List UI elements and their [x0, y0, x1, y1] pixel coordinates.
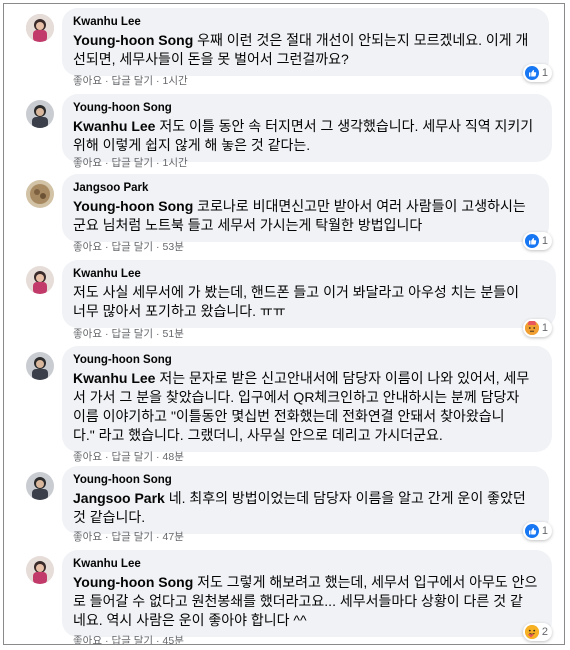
- mention-link[interactable]: Kwanhu Lee: [73, 370, 155, 386]
- reaction-count[interactable]: 1: [522, 64, 552, 82]
- comment-bubble: Kwanhu Lee Young-hoon Song 우째 이런 것은 절대 개…: [62, 8, 549, 76]
- comment-time[interactable]: 1시간: [163, 157, 188, 169]
- angry-reaction-icon: [524, 320, 539, 335]
- care-reaction-icon: [524, 625, 539, 639]
- mention-link[interactable]: Young-hoon Song: [73, 32, 193, 48]
- comment-time[interactable]: 47분: [163, 531, 184, 543]
- avatar[interactable]: [26, 14, 54, 42]
- comment-actions: 좋아요 · 답글 달기 · 47분: [73, 531, 184, 543]
- avatar[interactable]: [26, 100, 54, 128]
- comment-actions: 좋아요 · 답글 달기 · 1시간: [73, 75, 188, 87]
- reply-button[interactable]: 답글 달기: [111, 157, 153, 169]
- comment-author[interactable]: Young-hoon Song: [73, 353, 540, 367]
- mention-link[interactable]: Young-hoon Song: [73, 198, 193, 214]
- comment-time[interactable]: 51분: [163, 328, 184, 340]
- comment-time[interactable]: 1시간: [163, 75, 188, 87]
- like-button[interactable]: 좋아요: [73, 328, 102, 340]
- like-button[interactable]: 좋아요: [73, 635, 102, 644]
- reply-button[interactable]: 답글 달기: [111, 241, 153, 253]
- comment-author[interactable]: Jangsoo Park: [73, 181, 537, 195]
- comment-author[interactable]: Young-hoon Song: [73, 101, 540, 115]
- reply-button[interactable]: 답글 달기: [111, 531, 153, 543]
- comment-author[interactable]: Kwanhu Lee: [73, 557, 540, 571]
- like-reaction-icon: [524, 524, 539, 538]
- reaction-count[interactable]: 2: [522, 623, 552, 641]
- reaction-count[interactable]: 1: [522, 232, 552, 250]
- comment-bubble: Kwanhu Lee 저도 사실 세무서에 가 봤는데, 핸드폰 들고 이거 봐…: [62, 260, 556, 328]
- comment-actions: 좋아요 · 답글 달기 · 45분: [73, 635, 184, 645]
- reaction-count[interactable]: 1: [522, 522, 552, 540]
- reaction-number: 1: [541, 322, 548, 334]
- comment-text: Young-hoon Song 저도 그렇게 해보려고 했는데, 세무서 입구에…: [73, 574, 538, 628]
- comment-author[interactable]: Young-hoon Song: [73, 473, 537, 487]
- avatar[interactable]: [26, 180, 54, 208]
- reply-button[interactable]: 답글 달기: [111, 635, 153, 644]
- reply-button[interactable]: 답글 달기: [111, 328, 153, 340]
- comment-text: Kwanhu Lee 저는 문자로 받은 신고안내서에 담당자 이름이 나와 있…: [73, 370, 530, 443]
- like-reaction-icon: [524, 66, 539, 80]
- comment-text: Young-hoon Song 우째 이런 것은 절대 개선이 안되는지 모르겠…: [73, 32, 529, 67]
- comment-actions: 좋아요 · 답글 달기 · 48분: [73, 451, 184, 463]
- mention-link[interactable]: Kwanhu Lee: [73, 118, 155, 134]
- comment-text: Young-hoon Song 코로나로 비대면신고만 받아서 여러 사람들이 …: [73, 198, 526, 233]
- avatar[interactable]: [26, 266, 54, 294]
- comment-bubble: Kwanhu Lee Young-hoon Song 저도 그렇게 해보려고 했…: [62, 550, 552, 637]
- like-button[interactable]: 좋아요: [73, 451, 102, 463]
- reaction-number: 1: [541, 235, 548, 247]
- avatar[interactable]: [26, 472, 54, 500]
- comment-bubble: Young-hoon Song Jangsoo Park 네. 최후의 방법이었…: [62, 466, 549, 534]
- like-button[interactable]: 좋아요: [73, 531, 102, 543]
- comment-time[interactable]: 48분: [163, 451, 184, 463]
- like-button[interactable]: 좋아요: [73, 241, 102, 253]
- comment-thread: Kwanhu Lee Young-hoon Song 우째 이런 것은 절대 개…: [3, 3, 565, 645]
- reply-button[interactable]: 답글 달기: [111, 75, 153, 87]
- comment-actions: 좋아요 · 답글 달기 · 53분: [73, 241, 184, 253]
- comment-actions: 좋아요 · 답글 달기 · 51분: [73, 328, 184, 340]
- comment-actions: 좋아요 · 답글 달기 · 1시간: [73, 157, 188, 169]
- comment-time[interactable]: 45분: [163, 635, 184, 644]
- like-button[interactable]: 좋아요: [73, 157, 102, 169]
- comment-bubble: Jangsoo Park Young-hoon Song 코로나로 비대면신고만…: [62, 174, 549, 242]
- avatar[interactable]: [26, 352, 54, 380]
- like-button[interactable]: 좋아요: [73, 75, 102, 87]
- reaction-count[interactable]: 1: [522, 319, 552, 337]
- comment-bubble: Young-hoon Song Kwanhu Lee 저는 문자로 받은 신고안…: [62, 346, 552, 452]
- comment-author[interactable]: Kwanhu Lee: [73, 15, 537, 29]
- reaction-number: 1: [541, 525, 548, 537]
- like-reaction-icon: [524, 234, 539, 248]
- comment-bubble: Young-hoon Song Kwanhu Lee 저도 이틀 동안 속 터지…: [62, 94, 552, 162]
- reply-button[interactable]: 답글 달기: [111, 451, 153, 463]
- comment-author[interactable]: Kwanhu Lee: [73, 267, 544, 281]
- reaction-number: 1: [541, 67, 548, 79]
- mention-link[interactable]: Young-hoon Song: [73, 574, 193, 590]
- reaction-number: 2: [541, 626, 548, 638]
- comment-text: 저도 사실 세무서에 가 봤는데, 핸드폰 들고 이거 봐달라고 아우성 치는 …: [73, 284, 519, 319]
- comment-text: Jangsoo Park 네. 최후의 방법이었는데 담당자 이름을 알고 간게…: [73, 490, 526, 525]
- comment-text: Kwanhu Lee 저도 이틀 동안 속 터지면서 그 생각했습니다. 세무사…: [73, 118, 534, 153]
- comment-time[interactable]: 53분: [163, 241, 184, 253]
- avatar[interactable]: [26, 556, 54, 584]
- mention-link[interactable]: Jangsoo Park: [73, 490, 165, 506]
